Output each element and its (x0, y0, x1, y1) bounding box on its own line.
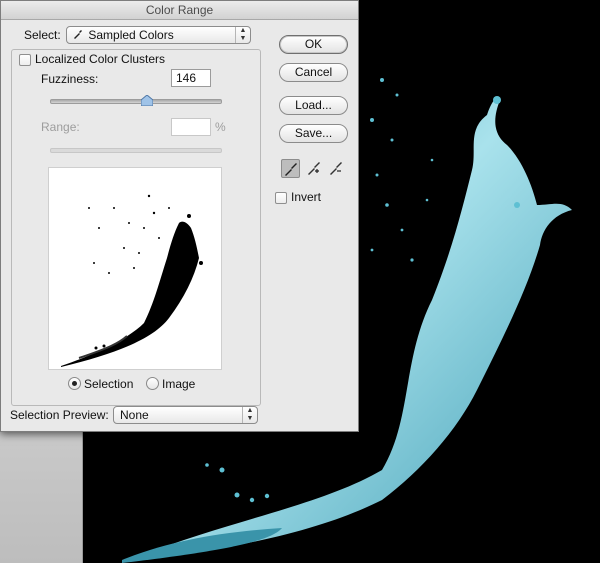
save-button[interactable]: Save... (279, 124, 348, 143)
radio-image-label: Image (162, 377, 196, 391)
invert-checkbox[interactable] (275, 192, 287, 204)
fuzziness-input[interactable]: 146 (171, 69, 211, 87)
select-label: Select: (24, 28, 61, 42)
fuzziness-slider[interactable] (50, 99, 222, 104)
chevron-updown-icon: ▲ ▼ (235, 27, 250, 43)
radio-image[interactable] (146, 377, 159, 390)
workspace-background (0, 432, 83, 563)
selection-preview-image (48, 167, 222, 370)
invert-label: Invert (291, 190, 322, 204)
select-value: Sampled Colors (88, 28, 174, 42)
eyedropper-plus-tool[interactable] (305, 159, 324, 178)
localized-label: Localized Color Clusters (35, 52, 166, 66)
color-range-dialog: Color Range Select: Sampled Colors ▲ ▼ Lo… (0, 0, 359, 432)
selection-preview-dropdown[interactable]: None ▲ ▼ (113, 406, 258, 424)
dialog-title: Color Range (1, 1, 358, 20)
range-label: Range: (41, 120, 80, 134)
range-input[interactable] (171, 118, 211, 136)
splash-tail (122, 528, 282, 563)
selection-preview-label: Selection Preview: (10, 408, 109, 422)
cancel-button[interactable]: Cancel (279, 63, 348, 82)
eyedropper-tool[interactable] (281, 159, 300, 178)
radio-selection[interactable] (68, 377, 81, 390)
localized-checkbox[interactable] (19, 54, 31, 66)
eyedropper-minus-tool[interactable] (327, 159, 346, 178)
range-unit: % (215, 120, 226, 134)
load-button[interactable]: Load... (279, 96, 348, 115)
chevron-updown-icon: ▲ ▼ (242, 407, 257, 423)
selection-preview-value: None (120, 408, 149, 422)
fuzziness-label: Fuzziness: (41, 72, 99, 86)
select-dropdown[interactable]: Sampled Colors ▲ ▼ (66, 26, 251, 44)
radio-selection-label: Selection (84, 377, 134, 391)
ok-button[interactable]: OK (279, 35, 348, 54)
eyedropper-icon (73, 27, 85, 43)
range-slider[interactable] (50, 148, 222, 153)
